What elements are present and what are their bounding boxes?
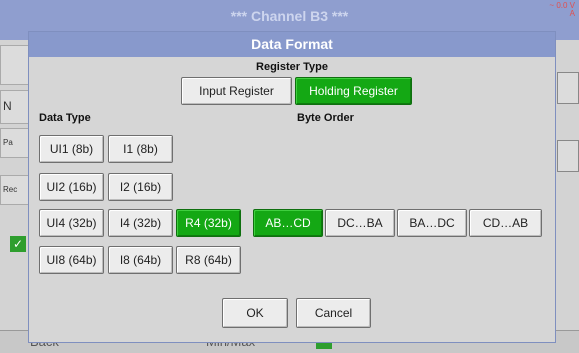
background-checkmark-icon[interactable]: ✓ [10, 236, 26, 252]
data-type-i4-button[interactable]: I4 (32b) [108, 209, 173, 237]
data-type-i1-button[interactable]: I1 (8b) [108, 135, 173, 163]
byte-order-label: Byte Order [297, 112, 354, 124]
background-left-tab-3[interactable]: Pa [0, 128, 30, 158]
data-type-ui8-button[interactable]: UI8 (64b) [39, 246, 104, 274]
data-type-i8-button[interactable]: I8 (64b) [108, 246, 173, 274]
data-type-r4-button[interactable]: R4 (32b) [176, 209, 241, 237]
background-status-unit: A [569, 9, 575, 18]
input-register-button[interactable]: Input Register [181, 77, 292, 105]
data-type-r8-button[interactable]: R8 (64b) [176, 246, 241, 274]
data-type-ui1-button[interactable]: UI1 (8b) [39, 135, 104, 163]
byte-order-dcba-button[interactable]: DC…BA [325, 209, 395, 237]
background-left-tab-2[interactable]: N [0, 90, 30, 124]
data-type-i2-button[interactable]: I2 (16b) [108, 173, 173, 201]
register-type-label: Register Type [256, 61, 328, 73]
data-type-label: Data Type [39, 112, 91, 124]
byte-order-badc-button[interactable]: BA…DC [397, 209, 467, 237]
data-type-ui4-button[interactable]: UI4 (32b) [39, 209, 104, 237]
ok-button[interactable]: OK [222, 298, 288, 328]
background-title: *** Channel B3 *** [230, 8, 349, 24]
byte-order-cdab-button[interactable]: CD…AB [469, 209, 542, 237]
holding-register-button[interactable]: Holding Register [295, 77, 412, 105]
background-left-tab-4[interactable]: Rec [0, 175, 30, 205]
byte-order-abcd-button[interactable]: AB…CD [253, 209, 323, 237]
background-right-button-1[interactable] [557, 72, 579, 104]
background-status: ~ 0.0 V A [549, 2, 575, 18]
dialog-title: Data Format [29, 32, 555, 57]
data-format-dialog: Data Format Register Type Input Register… [28, 31, 556, 343]
data-type-ui2-button[interactable]: UI2 (16b) [39, 173, 104, 201]
background-right-button-2[interactable] [557, 140, 579, 172]
background-left-tab-1[interactable] [0, 45, 30, 85]
cancel-button[interactable]: Cancel [296, 298, 371, 328]
